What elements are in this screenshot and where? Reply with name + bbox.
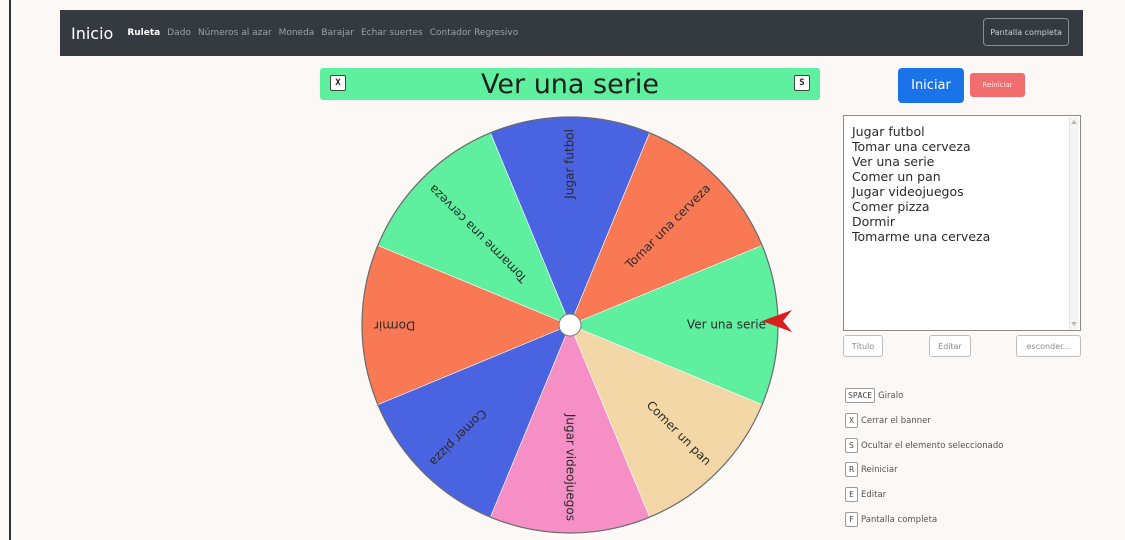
roulette-wheel[interactable]: Jugar futbolTomar una cervezaVer una ser…: [360, 115, 780, 535]
option-line: Comer pizza: [852, 199, 930, 214]
top-navbar: Inicio Ruleta Dado Números al azar Moned…: [60, 10, 1083, 56]
wheel-segment-label: Jugar videojuegos: [564, 413, 578, 521]
nav-item-coin[interactable]: Moneda: [279, 28, 315, 38]
shortcut-description: Cerrar el banner: [861, 415, 931, 426]
fullscreen-button[interactable]: Pantalla completa: [983, 18, 1069, 46]
wheel-pointer-icon: [762, 310, 792, 332]
wheel-segment-label: Jugar futbol: [563, 129, 577, 200]
scroll-down-icon[interactable]: [1071, 322, 1077, 326]
option-line: Tomar una cerveza: [852, 139, 971, 154]
nav-item-roulette[interactable]: Ruleta: [127, 28, 160, 38]
shortcut-f: F Pantalla completa: [845, 512, 937, 527]
nav-item-dice[interactable]: Dado: [167, 28, 191, 38]
shortcut-x: X Cerrar el banner: [845, 413, 931, 428]
nav-item-shuffle[interactable]: Barajar: [321, 28, 354, 38]
wheel-segment-label: Dormir: [374, 319, 415, 333]
option-line: Jugar futbol: [852, 124, 925, 139]
shortcut-key: S: [845, 438, 858, 453]
scroll-up-icon[interactable]: [1071, 120, 1077, 124]
textarea-scrollbar[interactable]: [1069, 117, 1079, 329]
nav-item-random-numbers[interactable]: Números al azar: [198, 28, 272, 38]
nav-item-countdown[interactable]: Contador Regresivo: [430, 28, 518, 38]
nav-brand-home[interactable]: Inicio: [71, 24, 113, 43]
result-banner: Ver una serie X S: [320, 68, 820, 100]
shortcut-key: X: [845, 413, 858, 428]
option-line: Ver una serie: [852, 154, 935, 169]
nav-item-draw-lots[interactable]: Echar suertes: [361, 28, 423, 38]
shortcut-space: SPACE Giralo: [845, 388, 903, 403]
options-textarea[interactable]: Jugar futbol Tomar una cerveza Ver una s…: [843, 115, 1081, 331]
shortcut-s: S Ocultar el elemento seleccionado: [845, 438, 1003, 453]
title-button[interactable]: Título: [843, 335, 883, 357]
shortcut-key: E: [845, 487, 858, 502]
shortcut-description: Pantalla completa: [861, 514, 938, 525]
reset-button[interactable]: Reiniciar: [970, 73, 1025, 97]
edit-button[interactable]: Editar: [929, 335, 971, 357]
shortcut-description: Editar: [861, 489, 887, 500]
close-banner-button[interactable]: X: [330, 75, 346, 91]
option-line: Dormir: [852, 214, 895, 229]
hide-selected-button[interactable]: S: [794, 75, 810, 91]
option-line: Jugar videojuegos: [852, 184, 964, 199]
shortcut-key: SPACE: [845, 388, 876, 403]
page-left-rule: [9, 0, 11, 540]
shortcut-description: Giralo: [878, 390, 904, 401]
start-button[interactable]: Iniciar: [898, 68, 964, 103]
banner-title: Ver una serie: [481, 69, 659, 100]
shortcut-description: Ocultar el elemento seleccionado: [861, 440, 1004, 451]
option-line: Tomarme una cerveza: [852, 229, 991, 244]
shortcut-key: F: [845, 512, 858, 527]
wheel-center-hub: [558, 313, 582, 337]
hide-button[interactable]: esconder...: [1016, 335, 1081, 357]
shortcut-r: R Reiniciar: [845, 462, 898, 477]
option-line: Comer un pan: [852, 169, 941, 184]
wheel-segment-label: Ver una serie: [687, 318, 766, 332]
shortcut-description: Reiniciar: [861, 464, 898, 475]
shortcut-e: E Editar: [845, 487, 886, 502]
shortcut-key: R: [845, 462, 858, 477]
